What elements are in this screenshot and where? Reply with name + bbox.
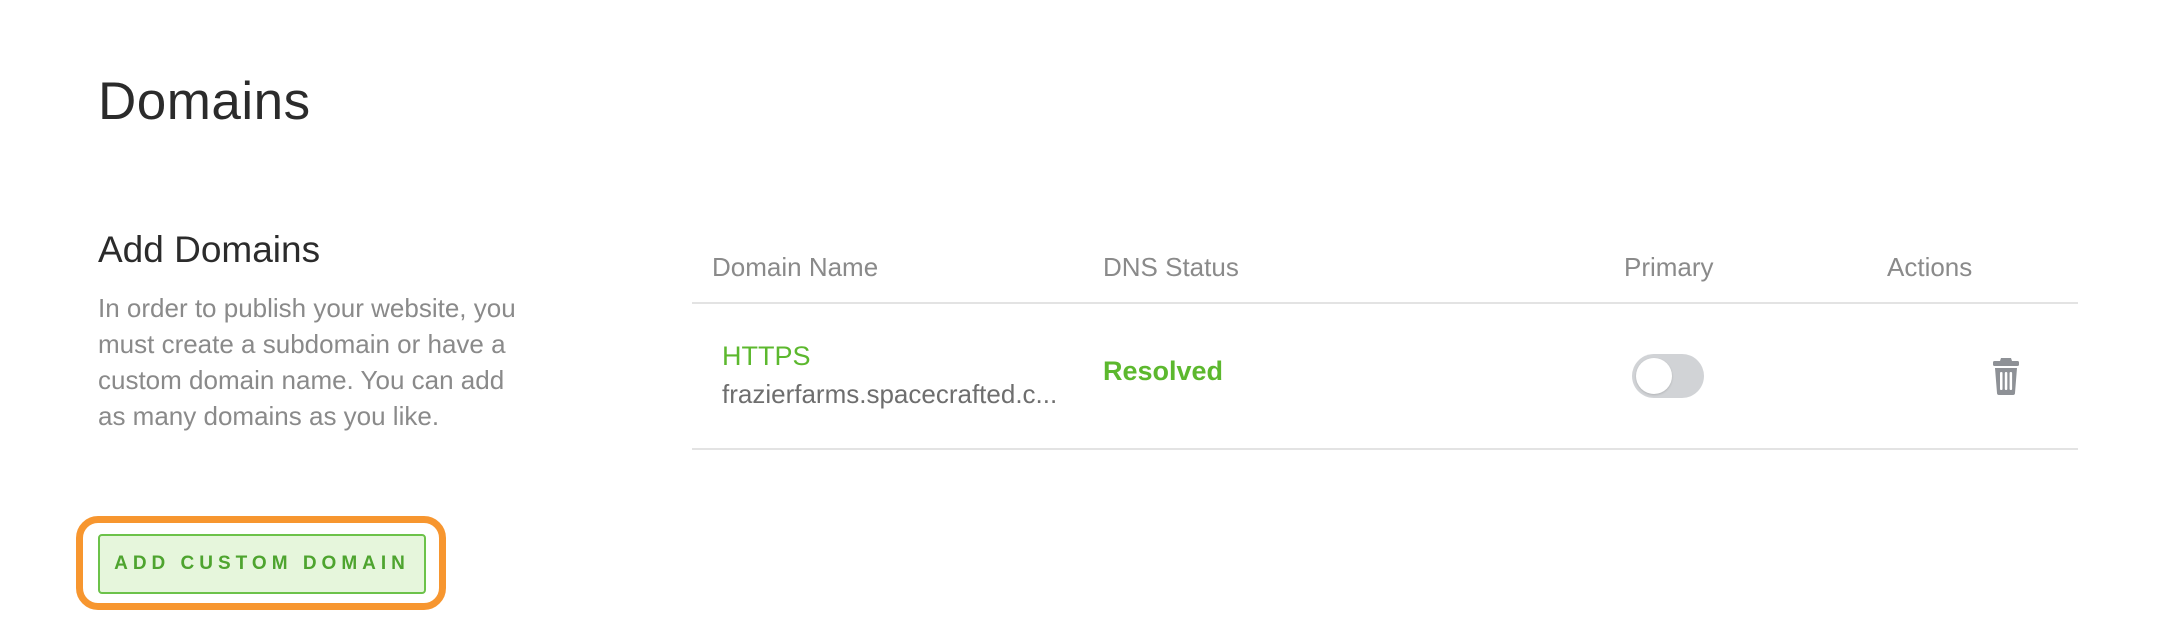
primary-toggle[interactable] xyxy=(1632,354,1704,398)
domain-protocol: HTTPS xyxy=(722,341,811,371)
dns-status-badge: Resolved xyxy=(1103,356,1224,386)
header-domain-name: Domain Name xyxy=(712,252,879,282)
trash-icon-svg xyxy=(1993,358,2019,395)
add-domains-title: Add Domains xyxy=(98,229,321,270)
header-actions: Actions xyxy=(1887,252,1973,282)
header-dns-status: DNS Status xyxy=(1103,252,1239,282)
table-header: Domain Name DNS Status Primary Actions xyxy=(692,240,2078,304)
domains-table: Domain Name DNS Status Primary Actions H… xyxy=(692,240,2078,450)
toggle-knob xyxy=(1636,358,1672,394)
trash-icon[interactable] xyxy=(1986,354,2026,398)
table-row-divider xyxy=(692,448,2078,450)
page-title: Domains xyxy=(98,72,311,131)
domain-name: frazierfarms.spacecrafted.c... xyxy=(722,379,1058,409)
add-domains-description: In order to publish your website, you mu… xyxy=(98,293,516,431)
add-custom-domain-button[interactable]: ADD CUSTOM DOMAIN xyxy=(98,534,426,594)
header-primary: Primary xyxy=(1624,252,1714,282)
domain-cell: HTTPS frazierfarms.spacecrafted.c... xyxy=(722,338,1062,414)
